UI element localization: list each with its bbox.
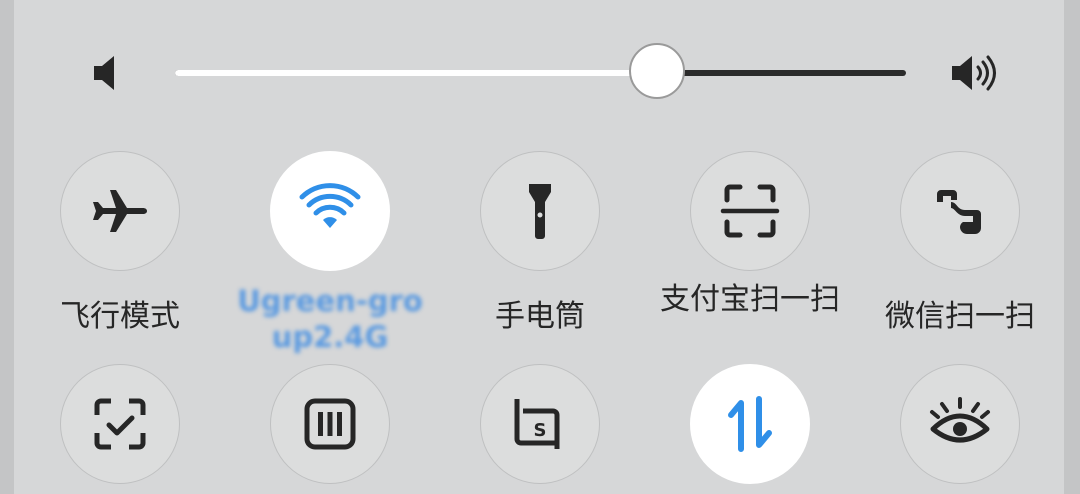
mobile-data-icon	[728, 396, 772, 452]
eye-comfort-icon	[930, 397, 990, 443]
tile-alipay-scan[interactable]	[690, 151, 810, 271]
airplane-icon	[93, 190, 147, 232]
screenshot-check-icon	[94, 398, 146, 450]
tile-label-wifi-ssid: Ugreen-group2.4G	[237, 284, 423, 354]
tile-label-flashlight: 手电筒	[495, 299, 585, 334]
tile-wechat-scan[interactable]	[900, 151, 1020, 271]
tile-eye-comfort[interactable]	[900, 364, 1020, 484]
volume-high-icon	[948, 50, 998, 96]
tile-label-wechat-scan: 微信扫一扫	[885, 299, 1035, 334]
tile-label-alipay-scan: 支付宝扫一扫	[660, 282, 840, 317]
tile-wifi[interactable]	[270, 151, 390, 271]
tile-screenshot[interactable]	[60, 364, 180, 484]
scroll-screenshot-icon: S	[514, 399, 560, 449]
volume-low-icon	[82, 50, 132, 96]
right-edge	[1064, 0, 1080, 494]
wechat-scan-icon	[937, 190, 981, 234]
tile-mobile-data[interactable]	[690, 364, 810, 484]
scan-icon	[720, 184, 780, 238]
volume-slider[interactable]	[175, 70, 906, 76]
tile-scroll-screenshot[interactable]: S	[480, 364, 600, 484]
tile-airplane-mode[interactable]	[60, 151, 180, 271]
tile-memory-clean[interactable]	[270, 364, 390, 484]
memory-icon	[304, 398, 356, 450]
tile-label-airplane: 飞行模式	[60, 299, 180, 334]
wifi-icon	[299, 183, 361, 228]
tile-flashlight[interactable]	[480, 151, 600, 271]
svg-text:S: S	[534, 420, 547, 441]
flashlight-icon	[529, 184, 551, 239]
volume-slider-fill	[175, 70, 658, 76]
left-edge	[0, 0, 14, 494]
